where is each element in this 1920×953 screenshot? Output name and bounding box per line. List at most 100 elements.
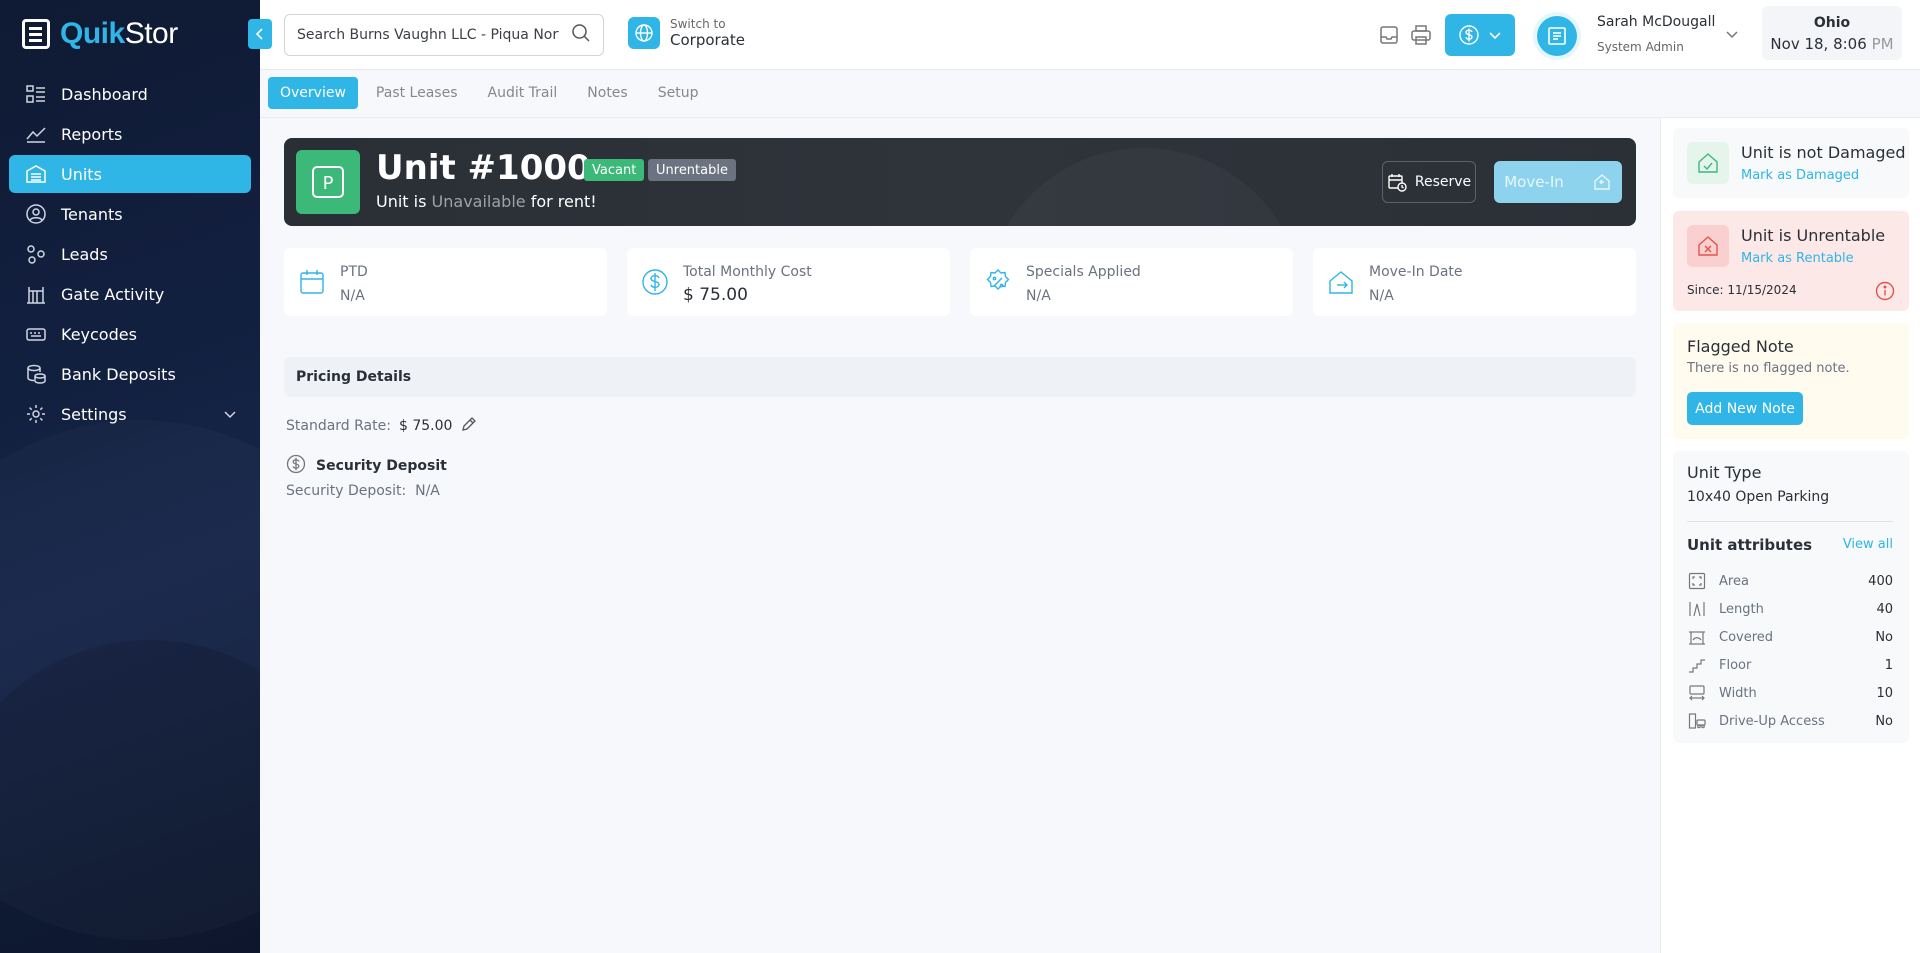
stat-label: PTD: [340, 264, 368, 280]
unit-stats: PTD N/A Total Monthly Cost $ 75.00 Speci…: [284, 248, 1636, 316]
unrentable-since: Since: 11/15/2024: [1687, 283, 1797, 297]
unit-title: Unit #1000: [376, 148, 591, 188]
floor-icon: [1687, 655, 1707, 675]
logo[interactable]: QuikStor: [22, 14, 178, 54]
move-in-button[interactable]: Move-In: [1494, 161, 1622, 203]
sidebar-item-gate-activity[interactable]: Gate Activity: [9, 275, 251, 313]
sidebar-item-label: Gate Activity: [61, 284, 165, 304]
tab-notes[interactable]: Notes: [575, 77, 639, 109]
calendar-icon: [298, 268, 326, 296]
attribute-row: Length 40: [1687, 595, 1893, 623]
sidebar-nav: Dashboard Reports Units Tenants Leads Ga…: [9, 75, 251, 435]
logo-icon: [22, 19, 50, 49]
mark-as-rentable-link[interactable]: Mark as Rentable: [1741, 251, 1854, 266]
stat-value: $ 75.00: [683, 285, 748, 305]
flagged-note-title: Flagged Note: [1687, 337, 1794, 356]
move-in-label: Move-In: [1504, 173, 1564, 191]
stat-ptd: PTD N/A: [284, 248, 607, 316]
sidebar-item-dashboard[interactable]: Dashboard: [9, 75, 251, 113]
divider: [1687, 521, 1893, 522]
sidebar-item-units[interactable]: Units: [9, 155, 251, 193]
attribute-row: Floor 1: [1687, 651, 1893, 679]
user-role: System Admin: [1597, 40, 1684, 54]
location-clock: Ohio Nov 18, 8:06 PM: [1762, 6, 1902, 60]
stat-label: Move-In Date: [1369, 264, 1463, 280]
unit-attributes-list: Area 400 Length 40 Covered No Floor 1 Wi…: [1687, 567, 1893, 735]
logo-text: QuikStor: [60, 17, 178, 50]
damage-status-title: Unit is not Damaged: [1741, 143, 1906, 162]
sidebar-item-label: Keycodes: [61, 324, 137, 344]
tab-setup[interactable]: Setup: [646, 77, 711, 109]
view-all-link[interactable]: View all: [1843, 537, 1893, 552]
sidebar-item-bank-deposits[interactable]: Bank Deposits: [9, 355, 251, 393]
covered-icon: [1687, 627, 1707, 647]
user-name[interactable]: Sarah McDougall: [1597, 14, 1715, 30]
chevron-down-icon: [223, 406, 237, 425]
dollar-circle-icon: [1459, 25, 1479, 45]
calendar-clock-icon: [1388, 174, 1407, 192]
tab-overview[interactable]: Overview: [268, 77, 358, 109]
tab-bar: Overview Past Leases Audit Trail Notes S…: [268, 77, 710, 109]
sidebar-item-leads[interactable]: Leads: [9, 235, 251, 273]
switch-corporate[interactable]: Switch to Corporate: [628, 17, 745, 49]
sidebar-item-label: Leads: [61, 244, 108, 264]
edit-pencil-icon[interactable]: [460, 415, 478, 437]
gate-icon: [25, 283, 47, 305]
unit-type-card: Unit Type 10x40 Open Parking Unit attrib…: [1673, 451, 1909, 743]
top-bar: Switch to Corporate Sarah McDougall Syst…: [260, 0, 1920, 70]
unit-type-title: Unit Type: [1687, 463, 1762, 482]
chevron-down-icon[interactable]: [1725, 26, 1739, 45]
reserve-button[interactable]: Reserve: [1382, 161, 1476, 203]
chevron-down-icon: [1489, 32, 1501, 40]
search-icon[interactable]: [571, 23, 591, 47]
unit-availability: Unit is Unavailable for rent!: [376, 192, 597, 211]
sidebar-item-keycodes[interactable]: Keycodes: [9, 315, 251, 353]
mark-as-damaged-link[interactable]: Mark as Damaged: [1741, 168, 1859, 183]
avatar[interactable]: [1533, 12, 1581, 60]
switch-target: Corporate: [670, 31, 745, 49]
sidebar-item-label: Units: [61, 164, 102, 184]
sidebar-item-label: Reports: [61, 124, 123, 144]
sidebar-item-label: Settings: [61, 404, 127, 424]
printer-icon[interactable]: [1410, 24, 1432, 46]
avatar-inner: [1537, 16, 1577, 56]
move-in-icon: [1327, 268, 1355, 296]
switch-caption: Switch to: [670, 17, 726, 31]
standard-rate-value: $ 75.00: [398, 418, 453, 434]
unrentable-badge: Unrentable: [648, 159, 736, 181]
move-in-icon: [1594, 174, 1610, 190]
standard-rate-label: Standard Rate:: [286, 418, 391, 434]
sidebar-item-label: Dashboard: [61, 84, 148, 104]
sidebar-item-label: Tenants: [61, 204, 123, 224]
location-time: Nov 18, 8:06 PM: [1770, 35, 1894, 53]
unit-banner: P Unit #1000 Vacant Unrentable Unit is U…: [284, 138, 1636, 226]
sidebar-item-settings[interactable]: Settings: [9, 395, 251, 433]
add-new-note-button[interactable]: Add New Note: [1687, 392, 1803, 425]
payments-dropdown-button[interactable]: [1445, 14, 1515, 56]
tab-audit-trail[interactable]: Audit Trail: [476, 77, 570, 109]
tab-past-leases[interactable]: Past Leases: [364, 77, 470, 109]
search-input[interactable]: [297, 27, 559, 43]
location-name: Ohio: [1813, 15, 1851, 31]
dollar-circle-icon: [641, 268, 669, 296]
tenants-icon: [25, 203, 47, 225]
sidebar-item-tenants[interactable]: Tenants: [9, 195, 251, 233]
percent-badge-icon: [984, 268, 1012, 296]
svg-text:P: P: [323, 173, 334, 194]
pricing-details-header: Pricing Details: [284, 357, 1636, 397]
attribute-row: Area 400: [1687, 567, 1893, 595]
sidebar-collapse-button[interactable]: [248, 19, 272, 49]
stat-total-monthly-cost: Total Monthly Cost $ 75.00: [627, 248, 950, 316]
standard-rate: Standard Rate: $ 75.00: [286, 415, 478, 437]
info-icon[interactable]: [1875, 281, 1895, 305]
stat-value: N/A: [1369, 288, 1394, 304]
stat-value: N/A: [340, 288, 365, 304]
globe-icon: [628, 17, 660, 49]
length-icon: [1687, 599, 1707, 619]
sidebar-item-reports[interactable]: Reports: [9, 115, 251, 153]
document-icon: [1548, 27, 1566, 45]
right-panel: Unit is not Damaged Mark as Damaged Unit…: [1660, 118, 1920, 953]
unit-attributes-title: Unit attributes: [1687, 536, 1813, 554]
parking-icon: P: [312, 166, 344, 198]
inbox-icon[interactable]: [1378, 24, 1400, 46]
